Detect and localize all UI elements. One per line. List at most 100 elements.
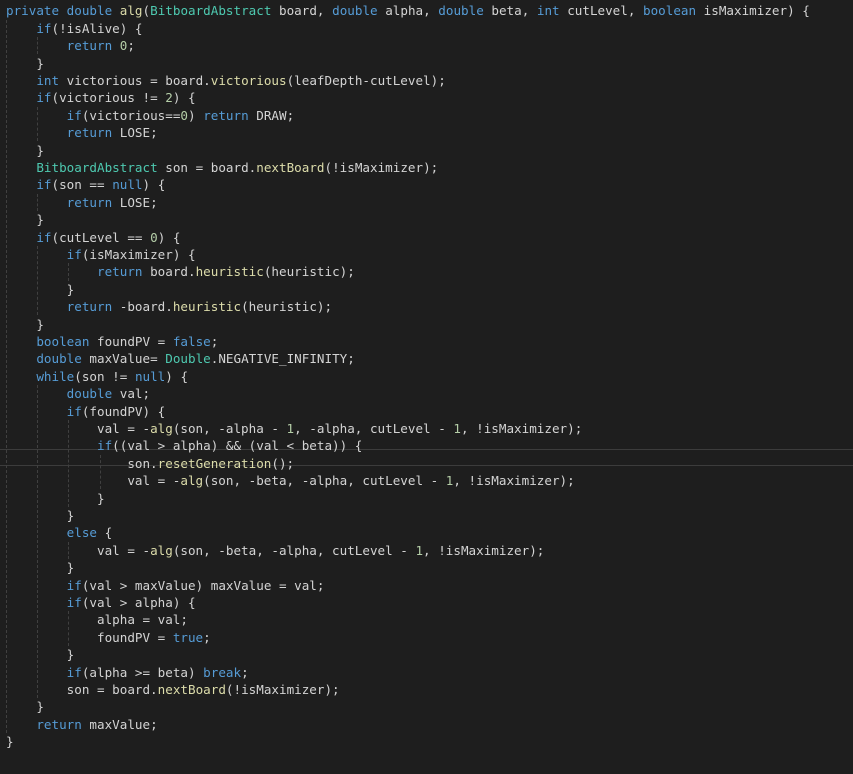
code-line[interactable]: if(alpha >= beta) break; (6, 664, 249, 681)
code-line[interactable]: BitboardAbstract son = board.nextBoard(!… (6, 159, 438, 176)
code-line[interactable]: if(!isAlive) { (6, 20, 143, 37)
indent-guide (99, 454, 101, 490)
code-token: (!isAlive) { (51, 20, 143, 36)
code-token: } (6, 507, 75, 523)
code-line[interactable]: boolean foundPV = false; (6, 333, 218, 350)
code-token: Double (165, 351, 211, 367)
code-line[interactable]: if(val > alpha) { (6, 594, 196, 611)
code-line[interactable]: } (6, 211, 44, 228)
code-line[interactable]: double val; (6, 385, 150, 402)
code-line[interactable]: if(victorious != 2) { (6, 89, 196, 106)
code-token: foundPV = (6, 629, 173, 645)
code-token: while (36, 368, 75, 384)
code-line[interactable]: } (6, 142, 44, 159)
code-token: nextBoard (256, 159, 325, 175)
code-line[interactable]: val = -alg(son, -beta, -alpha, cutLevel … (6, 542, 544, 559)
code-token: (leafDepth-cutLevel); (286, 72, 446, 88)
code-line[interactable]: } (6, 733, 14, 750)
code-token: if (36, 177, 52, 193)
code-line[interactable]: son = board.nextBoard(!isMaximizer); (6, 681, 340, 698)
code-token: val = - (6, 420, 151, 436)
code-line[interactable]: if(isMaximizer) { (6, 246, 196, 263)
code-line[interactable]: while(son != null) { (6, 368, 188, 385)
code-line[interactable]: } (6, 559, 75, 576)
code-line[interactable]: if(son == null) { (6, 176, 165, 193)
code-token: (heuristic); (263, 264, 355, 280)
code-token: if (66, 664, 82, 680)
code-token: (son, -alpha - (172, 420, 287, 436)
indent-guide (68, 419, 70, 507)
code-token: ((val > alpha) && (val < beta)) { (112, 438, 363, 454)
code-line[interactable]: alpha = val; (6, 611, 188, 628)
code-line[interactable]: } (6, 55, 44, 72)
code-token: } (6, 560, 75, 576)
code-token: (val > alpha) { (81, 594, 196, 610)
code-token: return (203, 107, 249, 123)
code-line[interactable]: if(victorious==0) return DRAW; (6, 107, 295, 124)
code-token: double (66, 3, 113, 19)
code-token: if (97, 438, 113, 454)
code-token: } (6, 212, 44, 228)
code-token: (son, -beta, -alpha, cutLevel - (172, 542, 416, 558)
code-token: alg (119, 3, 143, 19)
code-token: LOSE; (112, 194, 158, 210)
code-line[interactable]: val = -alg(son, -beta, -alpha, cutLevel … (6, 472, 574, 489)
code-line[interactable]: double maxValue= Double.NEGATIVE_INFINIT… (6, 350, 354, 367)
code-line[interactable]: if(cutLevel == 0) { (6, 229, 180, 246)
code-line[interactable]: return board.heuristic(heuristic); (6, 263, 355, 280)
code-line[interactable]: if(val > maxValue) maxValue = val; (6, 577, 325, 594)
code-line[interactable]: } (6, 490, 105, 507)
code-line[interactable]: return LOSE; (6, 124, 158, 141)
code-token: (); (271, 455, 295, 471)
code-token: } (6, 647, 75, 663)
code-token: (cutLevel == (51, 229, 151, 245)
code-token: int (36, 72, 60, 88)
code-line[interactable]: } (6, 698, 44, 715)
code-line[interactable]: else { (6, 524, 113, 541)
code-line[interactable]: } (6, 316, 44, 333)
code-token: (victorious != (51, 90, 166, 106)
code-token: (son, -beta, -alpha, cutLevel - (203, 473, 446, 489)
code-token: if (66, 577, 82, 593)
code-line[interactable]: return -board.heuristic(heuristic); (6, 298, 332, 315)
code-line[interactable]: if(foundPV) { (6, 403, 166, 420)
code-token: if (66, 594, 82, 610)
code-token: true (172, 629, 204, 645)
code-line[interactable]: return LOSE; (6, 194, 158, 211)
code-token: val = - (6, 473, 181, 489)
code-editor[interactable]: private double alg(BitboardAbstract boar… (0, 0, 853, 774)
code-token: maxValue; (81, 716, 158, 732)
code-token: heuristic (195, 264, 264, 280)
code-token: maxValue= (81, 351, 166, 367)
code-line[interactable]: } (6, 646, 75, 663)
code-line[interactable]: return 0; (6, 37, 135, 54)
indent-guide (37, 193, 39, 212)
code-line[interactable]: son.resetGeneration(); (6, 455, 294, 472)
code-token: if (66, 246, 82, 262)
code-token: return (36, 716, 82, 732)
code-token: } (6, 142, 44, 158)
indent-guide (37, 385, 39, 699)
code-line[interactable]: } (6, 281, 75, 298)
indent-guide (68, 611, 70, 647)
code-line[interactable]: private double alg(BitboardAbstract boar… (6, 2, 810, 19)
code-line[interactable]: int victorious = board.victorious(leafDe… (6, 72, 446, 89)
code-token: val = - (6, 542, 151, 558)
code-line[interactable]: return maxValue; (6, 716, 158, 733)
code-token: int (536, 3, 560, 19)
code-line[interactable]: val = -alg(son, -alpha - 1, -alpha, cutL… (6, 420, 582, 437)
code-token: ) { (172, 90, 196, 106)
code-token: ) { (157, 229, 181, 245)
code-line[interactable]: } (6, 507, 75, 524)
code-token: alpha = val; (6, 612, 188, 628)
code-token: isMaximizer) { (696, 3, 810, 19)
code-line[interactable]: if((val > alpha) && (val < beta)) { (6, 437, 362, 454)
code-token: (alpha >= beta) (81, 664, 204, 680)
